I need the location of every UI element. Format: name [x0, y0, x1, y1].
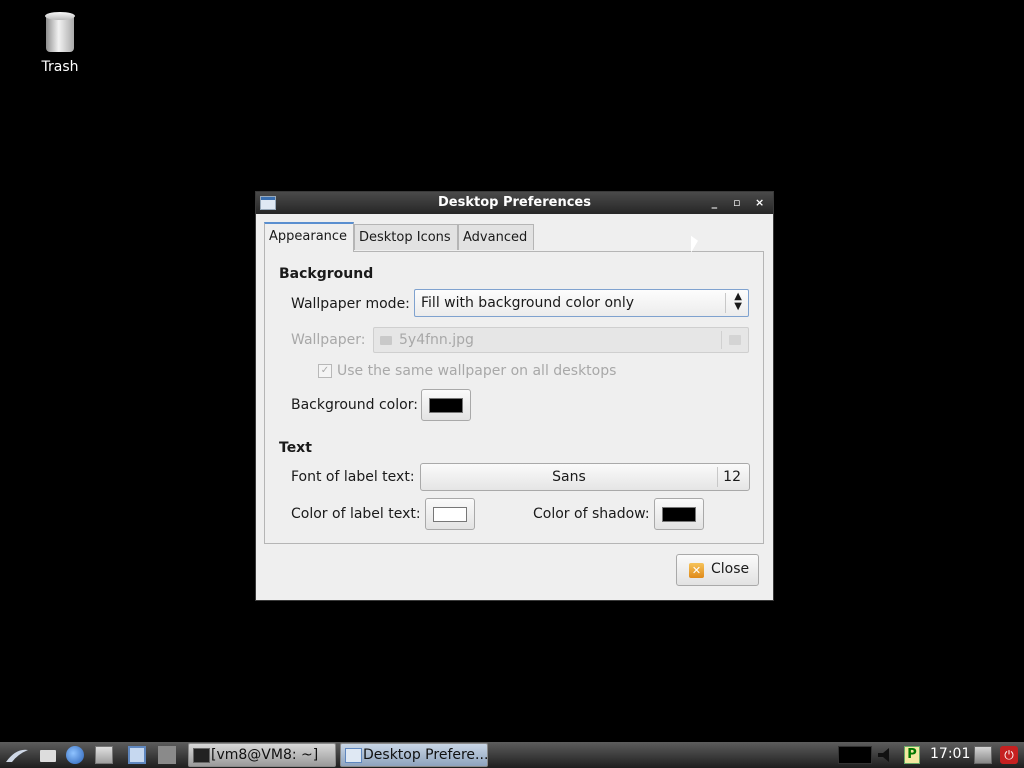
trash-desktop-icon[interactable]: Trash — [30, 12, 90, 75]
power-icon[interactable]: ⏻ — [1000, 746, 1018, 764]
maximize-button[interactable]: ▫ — [733, 192, 745, 213]
title-bar[interactable]: Desktop Preferences _ ▫ × — [256, 192, 773, 214]
shadow-color-button[interactable] — [654, 498, 704, 530]
wallpaper-mode-value: Fill with background color only — [421, 295, 635, 311]
label-color-button[interactable] — [425, 498, 475, 530]
background-heading: Background — [279, 266, 374, 282]
select-arrows-icon: ▲ ▼ — [734, 291, 742, 312]
window-title: Desktop Preferences — [438, 195, 591, 210]
image-file-icon — [380, 336, 392, 345]
label-color-label: Color of label text: — [291, 506, 421, 522]
shadow-color-swatch — [662, 507, 696, 522]
wallpaper-mode-select[interactable]: Fill with background color only ▲ ▼ — [414, 289, 749, 317]
workspace-2-icon[interactable] — [158, 746, 176, 764]
package-updater-icon[interactable]: P — [904, 746, 920, 764]
text-heading: Text — [279, 440, 312, 456]
close-icon: ✕ — [689, 563, 704, 578]
tab-appearance[interactable]: Appearance — [264, 222, 354, 252]
same-wallpaper-checkbox[interactable]: ✓ — [318, 364, 332, 378]
terminal-icon — [193, 748, 210, 763]
lock-screen-icon[interactable] — [974, 746, 992, 764]
folder-icon — [729, 335, 741, 345]
file-manager-icon[interactable] — [40, 750, 56, 762]
web-browser-icon[interactable] — [66, 746, 84, 764]
font-label: Font of label text: — [291, 469, 415, 485]
tab-desktop-icons[interactable]: Desktop Icons — [354, 224, 458, 250]
task-terminal[interactable]: [vm8@VM8: ~] — [188, 743, 336, 767]
taskbar: [vm8@VM8: ~] Desktop Prefere... P 17:01 … — [0, 742, 1024, 768]
label-color-swatch — [433, 507, 467, 522]
minimize-button[interactable]: _ — [711, 192, 723, 213]
clock[interactable]: 17:01 — [930, 746, 970, 762]
wallpaper-file-name: 5y4fnn.jpg — [399, 332, 474, 348]
same-wallpaper-label: Use the same wallpaper on all desktops — [337, 363, 617, 379]
task-desktop-preferences[interactable]: Desktop Prefere... — [340, 743, 488, 767]
workspace-1-icon[interactable] — [128, 746, 146, 764]
trash-icon — [45, 12, 75, 54]
volume-icon[interactable] — [876, 746, 898, 764]
window-icon — [345, 748, 362, 763]
font-button[interactable]: Sans 12 — [420, 463, 750, 491]
close-button-label: Close — [711, 561, 750, 577]
task-terminal-label: [vm8@VM8: ~] — [211, 747, 319, 763]
font-size: 12 — [723, 469, 741, 485]
task-desktop-preferences-label: Desktop Prefere... — [363, 747, 488, 763]
font-name: Sans — [552, 469, 586, 485]
background-color-button[interactable] — [421, 389, 471, 421]
window-icon — [260, 196, 276, 210]
background-color-label: Background color: — [291, 397, 418, 413]
start-menu-icon[interactable] — [4, 746, 30, 764]
shadow-color-label: Color of shadow: — [533, 506, 650, 522]
trash-label: Trash — [41, 59, 79, 75]
tab-advanced[interactable]: Advanced — [458, 224, 534, 250]
close-window-button[interactable]: × — [755, 192, 767, 213]
cpu-monitor-icon — [838, 746, 872, 764]
wallpaper-file-button[interactable]: 5y4fnn.jpg — [373, 327, 749, 353]
wallpaper-label: Wallpaper: — [291, 332, 366, 348]
appearance-panel: Background Wallpaper mode: Fill with bac… — [264, 251, 764, 544]
background-color-swatch — [429, 398, 463, 413]
show-desktop-icon[interactable] — [95, 746, 113, 764]
wallpaper-mode-label: Wallpaper mode: — [291, 296, 410, 312]
close-button[interactable]: ✕ Close — [676, 554, 759, 586]
